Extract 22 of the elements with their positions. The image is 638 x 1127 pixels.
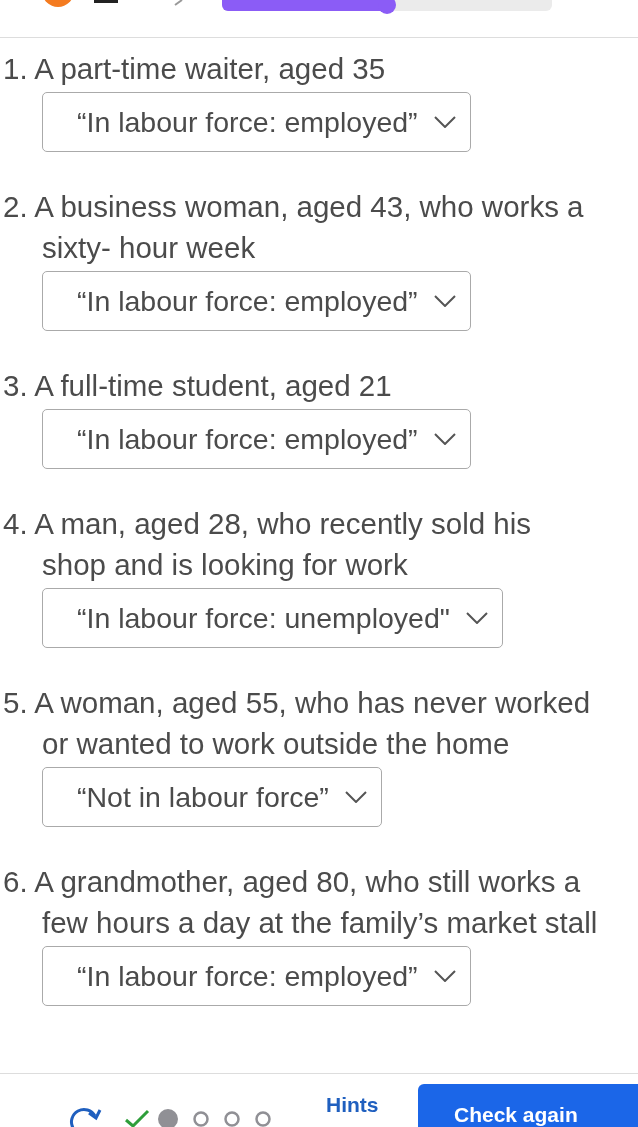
check-again-button[interactable]: Check again (418, 1084, 638, 1127)
hints-button[interactable]: Hints (326, 1094, 379, 1115)
answer-dropdown[interactable]: “In labour force: unemployed" (42, 588, 503, 648)
chevron-icon (465, 612, 488, 624)
answer-dropdown[interactable]: “In labour force: employed” (42, 92, 471, 152)
answer-dropdown[interactable]: “In labour force: employed” (42, 271, 471, 331)
question-text: 3. A full-time student, aged 21 (2, 368, 393, 404)
chevron-icon (433, 970, 456, 982)
slider-thumb[interactable] (378, 0, 396, 14)
answer-dropdown[interactable]: “In labour force: employed” (42, 409, 471, 469)
question-text: 1. A part-time waiter, aged 35 (2, 51, 387, 87)
chevron-icon (433, 116, 456, 128)
chevron-icon (433, 295, 456, 307)
question-text: 4. A man, aged 28, who recently sold his shop and is looking for work (2, 506, 533, 583)
app-logo-icon[interactable] (42, 0, 74, 8)
answer-dropdown[interactable]: “In labour force: employed” (42, 946, 471, 1006)
question-text: 2. A business woman, aged 43, who works a sixty- hour week (2, 189, 585, 266)
question-text: 6. A grandmother, aged 80, who still works a few hours a day at the family’s market stall (2, 864, 598, 941)
question-text: 5. A woman, aged 55, who has never worked or wanted to work outside the home (2, 685, 592, 762)
chevron-icon (344, 791, 367, 803)
chevron-icon (433, 433, 456, 445)
answer-dropdown[interactable]: “Not in labour force” (42, 767, 382, 827)
